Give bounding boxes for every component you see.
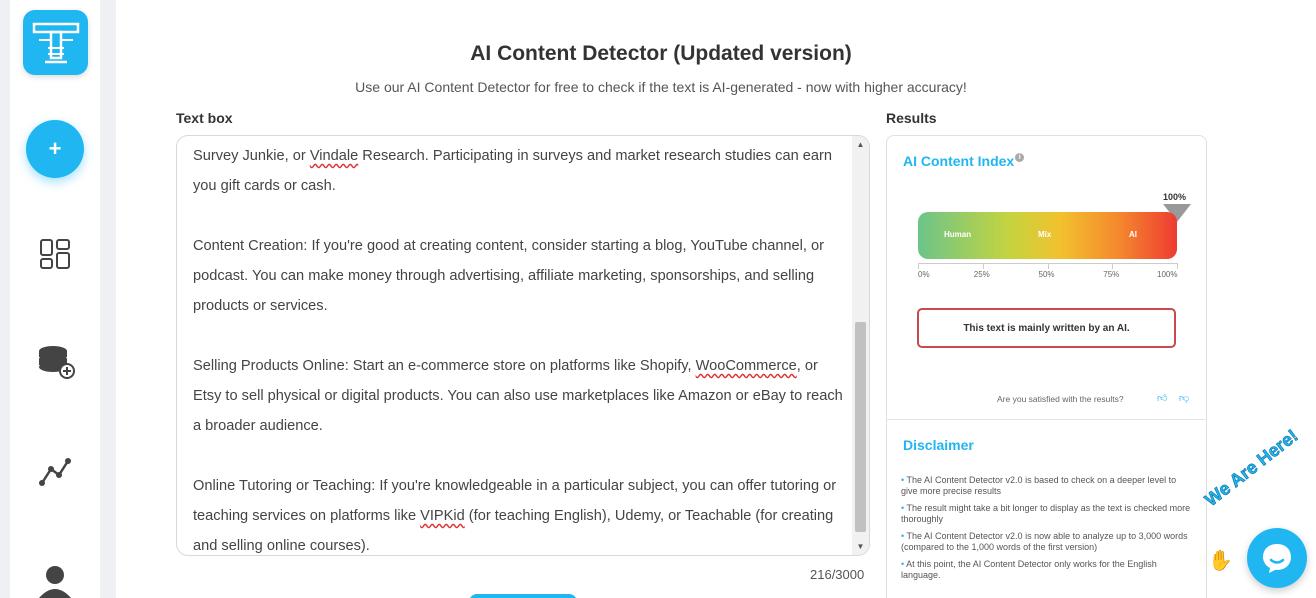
text-segment: Content Creation: If you're good at crea…: [193, 238, 824, 314]
logo-t-icon: [31, 18, 81, 68]
thumbs-up-icon[interactable]: 👍︎: [1157, 392, 1167, 404]
disclaimer-title: Disclaimer: [903, 437, 974, 453]
scroll-down-icon[interactable]: ▼: [852, 538, 869, 555]
thumbs-down-icon[interactable]: 👎︎: [1179, 392, 1189, 404]
misspelled-word: VIPKid: [420, 508, 465, 524]
sidebar: +: [10, 0, 100, 598]
user-icon[interactable]: [37, 562, 73, 598]
gauge-label-mix: Mix: [1038, 230, 1051, 239]
analyze-button[interactable]: [469, 594, 577, 598]
disclaimer-item: The result might take a bit longer to di…: [901, 503, 1191, 525]
gauge-tick: [918, 263, 919, 269]
info-icon[interactable]: i: [1015, 153, 1024, 162]
results-label: Results: [886, 110, 937, 126]
dashboard-icon[interactable]: [37, 236, 73, 272]
gauge-tick-label: 75%: [1103, 270, 1119, 279]
gauge-tick-label: 50%: [1039, 270, 1055, 279]
page-title: AI Content Detector (Updated version): [116, 42, 1206, 66]
textbox-scrollbar[interactable]: ▲ ▼: [852, 136, 869, 555]
ai-content-index-title: AI Content Indexi: [903, 153, 1024, 169]
text-paragraph: Survey Junkie, or Vindale Research. Part…: [193, 141, 849, 201]
text-paragraph: Selling Products Online: Start an e-comm…: [193, 351, 849, 441]
gauge-tick: [983, 263, 984, 269]
text-input-area[interactable]: Survey Junkie, or Vindale Research. Part…: [176, 135, 870, 556]
gauge-tick-label: 0%: [918, 270, 930, 279]
misspelled-word: Vindale: [310, 148, 358, 164]
disclaimer-item: At this point, the AI Content Detector o…: [901, 559, 1191, 581]
gauge-label-ai: AI: [1129, 230, 1137, 239]
plus-icon: +: [49, 136, 62, 162]
waving-hand-icon: ✋: [1208, 548, 1233, 573]
disclaimer-list: The AI Content Detector v2.0 is based to…: [901, 475, 1191, 587]
analytics-icon[interactable]: [37, 453, 73, 489]
text-paragraph: Content Creation: If you're good at crea…: [193, 231, 849, 321]
ai-index-gauge: Human Mix AI: [918, 212, 1177, 259]
text-paragraph: Online Tutoring or Teaching: If you're k…: [193, 471, 849, 556]
credits-stack-icon[interactable]: [37, 343, 73, 379]
main-panel: AI Content Detector (Updated version) Us…: [116, 0, 1316, 598]
score-label: 100%: [1163, 192, 1186, 202]
text-content[interactable]: Survey Junkie, or Vindale Research. Part…: [193, 141, 849, 556]
word-count: 216/3000: [810, 567, 864, 582]
disclaimer-item: The AI Content Detector v2.0 is based to…: [901, 475, 1191, 497]
add-new-button[interactable]: +: [26, 120, 84, 178]
text-segment: Selling Products Online: Start an e-comm…: [193, 358, 696, 374]
satisfaction-prompt: Are you satisfied with the results?: [997, 394, 1124, 404]
misspelled-word: WooCommerce: [696, 358, 797, 374]
results-divider: [887, 419, 1206, 420]
gauge-tick: [1177, 263, 1178, 269]
gauge-tick-label: 100%: [1157, 270, 1177, 279]
gauge-tick: [1048, 263, 1049, 269]
scroll-thumb[interactable]: [855, 322, 866, 532]
gauge-label-human: Human: [944, 230, 971, 239]
scroll-up-icon[interactable]: ▲: [852, 136, 869, 153]
textbox-label: Text box: [176, 110, 233, 126]
gauge-tick: [1112, 263, 1113, 269]
results-panel: AI Content Indexi 100% Human Mix AI 0% 25…: [886, 135, 1207, 598]
disclaimer-item: The AI Content Detector v2.0 is now able…: [901, 531, 1191, 553]
chat-launcher-button[interactable]: [1247, 528, 1307, 588]
gauge-tick-label: 25%: [974, 270, 990, 279]
verdict-box: This text is mainly written by an AI.: [917, 308, 1176, 348]
chat-bubble-icon: [1260, 541, 1294, 575]
text-segment: Survey Junkie, or: [193, 148, 310, 164]
page-subtitle: Use our AI Content Detector for free to …: [116, 79, 1206, 95]
app-logo[interactable]: [23, 10, 88, 75]
